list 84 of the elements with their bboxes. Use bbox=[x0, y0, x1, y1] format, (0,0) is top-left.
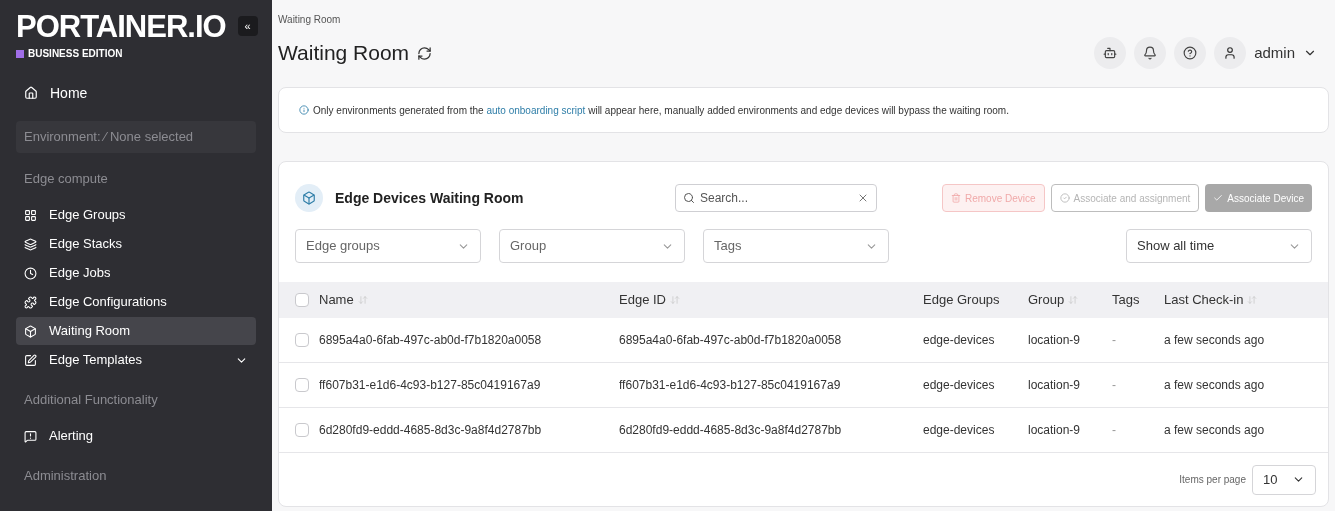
table-cell-text: - bbox=[1112, 422, 1117, 439]
environment-selector[interactable]: Environment: ⁄ None selected bbox=[16, 121, 256, 153]
section-title: Edge compute bbox=[23, 170, 109, 188]
bell-button[interactable] bbox=[1134, 37, 1167, 69]
panel-title: Edge Devices Waiting Room bbox=[335, 188, 525, 208]
search-icon bbox=[683, 192, 695, 204]
table-cell-text: 6d280fd9-eddd-4685-8d3c-9a8f4d2787bb bbox=[319, 422, 543, 439]
cube-icon bbox=[24, 324, 37, 338]
clear-icon[interactable] bbox=[857, 192, 869, 204]
table-cell-text: ff607b31-e1d6-4c93-b127-85c0419167a9 bbox=[319, 377, 542, 394]
nav-item[interactable]: Home bbox=[50, 83, 88, 103]
collapse-button[interactable]: « bbox=[237, 16, 258, 36]
items-per-page-label: Items per page bbox=[1179, 473, 1246, 487]
table-cell-text: location-9 bbox=[1028, 422, 1082, 439]
clock-icon bbox=[24, 266, 37, 280]
row-checkbox[interactable] bbox=[295, 333, 309, 347]
alert-message-icon bbox=[24, 429, 37, 443]
table-cell-text: edge-devices bbox=[923, 377, 996, 394]
table-cell-text: location-9 bbox=[1028, 332, 1082, 349]
table-cell-text: edge-devices bbox=[923, 422, 996, 439]
check-icon bbox=[1213, 193, 1224, 203]
user-menu[interactable]: admin bbox=[1214, 37, 1329, 69]
bot-button[interactable] bbox=[1094, 37, 1127, 69]
bot-icon bbox=[1103, 46, 1118, 60]
column-header[interactable]: Group bbox=[1028, 290, 1079, 310]
check-circle-icon bbox=[1059, 193, 1070, 203]
select-all-checkbox[interactable] bbox=[295, 293, 309, 307]
puzzle-icon bbox=[24, 295, 37, 309]
table-cell-text: ff607b31-e1d6-4c93-b127-85c0419167a9 bbox=[619, 377, 842, 394]
onboarding-link[interactable]: auto onboarding script bbox=[486, 104, 586, 116]
nav-item[interactable]: Edge Configurations bbox=[16, 288, 256, 316]
filter-select[interactable]: Edge groups bbox=[295, 229, 481, 263]
home-icon bbox=[24, 86, 38, 100]
info-icon bbox=[299, 105, 309, 115]
items-per-page-select[interactable]: 10 bbox=[1252, 464, 1316, 495]
logo: PORTAINER.IO bbox=[16, 8, 226, 46]
table-cell-text: - bbox=[1112, 332, 1117, 349]
section-title: Administration bbox=[23, 467, 108, 485]
table-cell-text: 6d280fd9-eddd-4685-8d3c-9a8f4d2787bb bbox=[619, 422, 843, 439]
edit-icon bbox=[24, 353, 37, 367]
info-text: Only environments generated from the auto onboarding script will appear here, manually added environments and edge devices will bypass the waiting room. bbox=[313, 103, 1009, 118]
table-cell-text: - bbox=[1112, 377, 1117, 394]
filter-select[interactable]: Group bbox=[499, 229, 685, 263]
table-cell-text: a few seconds ago bbox=[1164, 422, 1266, 439]
edition-label: BUSINESS EDITION bbox=[28, 47, 123, 61]
column-header[interactable]: Edge ID bbox=[619, 290, 680, 310]
nav-item[interactable]: Edge Groups bbox=[16, 201, 256, 229]
user-icon bbox=[1223, 46, 1238, 60]
refresh-icon[interactable] bbox=[417, 45, 433, 61]
help-icon bbox=[1183, 46, 1198, 60]
page-title: Waiting Room bbox=[278, 40, 410, 67]
section-title: Additional Functionality bbox=[23, 391, 159, 409]
nav-item[interactable]: Edge Templates bbox=[16, 346, 256, 374]
filter-select[interactable]: Tags bbox=[703, 229, 889, 263]
time-select[interactable]: Show all time bbox=[1126, 229, 1312, 263]
help-button[interactable] bbox=[1174, 37, 1207, 69]
cube-icon bbox=[302, 191, 316, 205]
row-checkbox[interactable] bbox=[295, 423, 309, 437]
column-header: Edge Groups bbox=[923, 291, 1000, 310]
nav-item[interactable]: Edge Jobs bbox=[16, 259, 256, 287]
table-cell-text: a few seconds ago bbox=[1164, 332, 1266, 349]
breadcrumb[interactable]: Waiting Room bbox=[278, 12, 1329, 27]
sort-icon[interactable] bbox=[670, 295, 680, 305]
sort-icon[interactable] bbox=[1068, 295, 1079, 305]
nav-item[interactable]: Alerting bbox=[16, 422, 256, 450]
grid-icon bbox=[24, 208, 37, 222]
column-header[interactable]: Name bbox=[319, 290, 368, 310]
sort-icon[interactable] bbox=[357, 295, 368, 305]
search-field[interactable]: Search... bbox=[675, 184, 877, 212]
row-checkbox[interactable] bbox=[295, 378, 309, 392]
edition-mark-icon bbox=[16, 49, 24, 58]
nav-item[interactable]: Waiting Room bbox=[16, 317, 256, 345]
layers-icon bbox=[24, 237, 37, 251]
table-cell-text: a few seconds ago bbox=[1164, 377, 1266, 394]
table-cell-text: location-9 bbox=[1028, 377, 1082, 394]
table-cell-text: 6895a4a0-6fab-497c-ab0d-f7b1820a0058 bbox=[319, 332, 543, 349]
column-header: Tags bbox=[1112, 291, 1140, 310]
sort-icon[interactable] bbox=[1247, 295, 1258, 305]
nav-item[interactable]: Edge Stacks bbox=[16, 230, 256, 258]
bell-icon bbox=[1143, 46, 1158, 60]
column-header[interactable]: Last Check-in bbox=[1164, 290, 1258, 310]
trash-icon bbox=[950, 193, 961, 203]
table-cell-text: 6895a4a0-6fab-497c-ab0d-f7b1820a0058 bbox=[619, 332, 843, 349]
table-cell-text: edge-devices bbox=[923, 332, 996, 349]
